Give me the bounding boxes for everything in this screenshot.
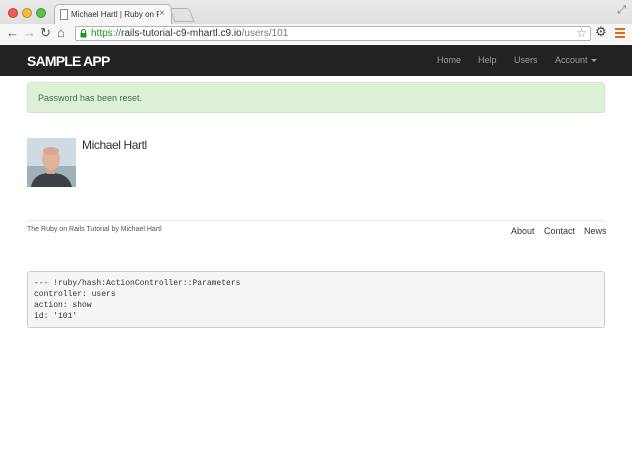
gear-icon[interactable]: ⚙ [595,24,607,40]
home-icon[interactable]: ⌂ [57,25,65,41]
footer-by: by [109,226,121,233]
footer-contact-link[interactable]: Contact [544,226,575,236]
flash-message: Password has been reset. [38,93,143,103]
tab-close-icon[interactable]: × [159,8,165,20]
footer-news-link[interactable]: News [584,226,607,236]
footer-about-link[interactable]: About [511,226,535,236]
nav-users-link[interactable]: Users [514,55,538,65]
nav-help-link[interactable]: Help [478,55,497,65]
footer-prefix: The [27,226,42,233]
new-tab-button[interactable] [169,8,195,22]
lock-icon [80,29,87,38]
flash-success-alert: Password has been reset. [27,82,605,113]
author-link[interactable]: Michael Hartl [121,226,162,233]
profile-name: Michael Hartl [82,138,147,152]
fullscreen-icon[interactable]: ⤢ [617,4,626,17]
url-host: rails-tutorial-c9-mhartl.c9.io [121,28,242,39]
browser-tab[interactable]: Michael Hartl | Ruby on Rai × [54,4,172,25]
url-scheme: https:// [91,28,122,39]
debug-line: action: show [34,301,92,310]
debug-params: --- !ruby/hash:ActionController::Paramet… [27,271,605,328]
debug-line: controller: users [34,290,116,299]
forward-icon[interactable]: → [23,25,36,41]
debug-line: --- !ruby/hash:ActionController::Paramet… [34,279,241,288]
footer-divider [27,220,605,221]
minimize-window-button[interactable] [22,8,32,18]
tab-strip: Michael Hartl | Ruby on Rai × ⤢ [0,0,632,25]
tutorial-link[interactable]: Ruby on Rails Tutorial [41,226,109,233]
browser-chrome: Michael Hartl | Ruby on Rai × ⤢ ← → ↻ ⌂ … [0,0,632,44]
star-icon[interactable]: ☆ [576,26,587,40]
url-path: /users/101 [241,28,289,39]
url-text: https://rails-tutorial-c9-mhartl.c9.io/u… [91,28,288,39]
browser-toolbar: ← → ↻ ⌂ https://rails-tutorial-c9-mhartl… [0,24,632,44]
nav-account-dropdown[interactable]: Account [555,55,597,65]
page-icon [60,9,68,20]
nav-account-label: Account [555,55,588,65]
address-bar[interactable]: https://rails-tutorial-c9-mhartl.c9.io/u… [75,26,591,41]
footer-credits: The Ruby on Rails Tutorial by Michael Ha… [27,226,162,233]
site-header: SAMPLE APP Home Help Users Account [0,45,632,76]
caret-down-icon [590,59,597,63]
avatar [27,138,76,187]
tab-title: Michael Hartl | Ruby on Rai [71,10,159,19]
debug-line: id: '101' [34,312,78,321]
menu-icon[interactable] [615,28,625,38]
logo[interactable]: SAMPLE APP [27,53,110,69]
nav-home-link[interactable]: Home [437,55,461,65]
zoom-window-button[interactable] [36,8,46,18]
reload-icon[interactable]: ↻ [40,25,51,41]
avatar-photo [27,138,76,187]
close-window-button[interactable] [8,8,18,18]
back-icon[interactable]: ← [6,25,19,41]
